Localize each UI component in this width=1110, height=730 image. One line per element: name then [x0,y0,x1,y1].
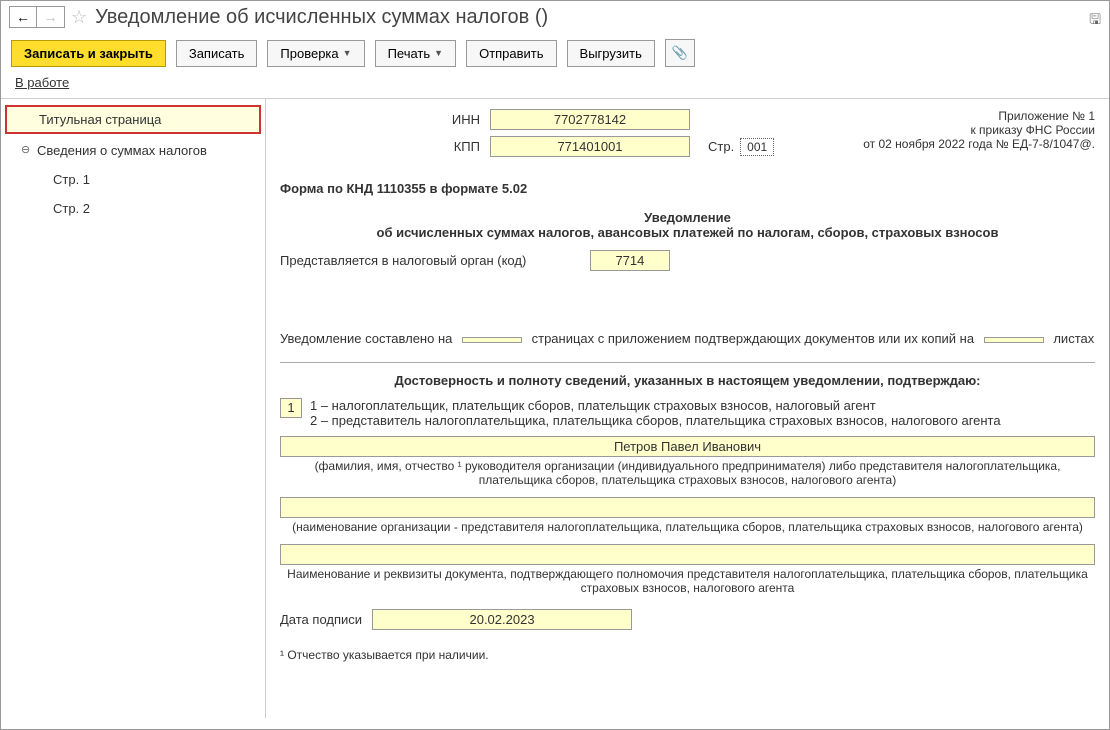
footnote: ¹ Отчество указывается при наличии. [280,648,1095,662]
chevron-down-icon: ▼ [343,48,352,58]
doc-subtitle: об исчисленных суммах налогов, авансовых… [280,225,1095,240]
confirm-option-2: 2 – представитель налогоплательщика, пла… [310,413,1001,428]
save-close-button[interactable]: Записать и закрыть [11,40,166,67]
confirm-header: Достоверность и полноту сведений, указан… [280,373,1095,388]
disk-icon[interactable]: 🖫 [1089,9,1101,33]
sidebar: Титульная страница Сведения о суммах нал… [1,98,266,718]
signer-name-input[interactable]: Петров Павел Иванович [280,436,1095,457]
kpp-label: КПП [450,139,490,154]
pages-prefix: Уведомление составлено на [280,331,452,346]
nav-page-2[interactable]: Стр. 2 [1,194,265,223]
page-label: Стр. [708,139,734,154]
knd-caption: Форма по КНД 1110355 в формате 5.02 [280,181,1095,196]
inn-label: ИНН [450,112,490,127]
export-button[interactable]: Выгрузить [567,40,655,67]
inn-input[interactable]: 7702778142 [490,109,690,130]
appendix-info: Приложение № 1 к приказу ФНС России от 0… [863,109,1095,163]
confirm-option-1: 1 – налогоплательщик, плательщик сборов,… [310,398,1001,413]
favorite-icon[interactable]: ☆ [71,7,87,28]
nav-page-1[interactable]: Стр. 1 [1,165,265,194]
signer-caption: (фамилия, имя, отчество ¹ руководителя о… [280,459,1095,487]
org-caption: (наименование организации - представител… [280,520,1095,534]
confirm-code-input[interactable]: 1 [280,398,302,418]
back-button[interactable]: ← [9,6,37,28]
doc-caption: Наименование и реквизиты документа, подт… [280,567,1095,595]
toolbar: Записать и закрыть Записать Проверка▼ Пе… [1,33,1109,73]
tax-authority-code[interactable]: 7714 [590,250,670,271]
pages-middle: страницах с приложением подтверждающих д… [532,331,974,346]
send-button[interactable]: Отправить [466,40,556,67]
form-content: ИНН 7702778142 КПП 771401001 Стр. 001 Пр… [266,98,1109,718]
kpp-input[interactable]: 771401001 [490,136,690,157]
forward-button[interactable]: → [37,6,65,28]
pages-count-input[interactable] [462,337,522,343]
attachments-count-input[interactable] [984,337,1044,343]
sign-date-label: Дата подписи [280,612,362,627]
pages-suffix: листах [1053,331,1094,346]
status-link[interactable]: В работе [15,75,69,90]
tax-authority-label: Представляется в налоговый орган (код) [280,253,526,268]
page-title: Уведомление об исчисленных суммах налого… [95,6,548,29]
nav-sums-info[interactable]: Сведения о суммах налогов [1,136,265,165]
authority-doc-input[interactable] [280,544,1095,565]
print-button[interactable]: Печать▼ [375,40,457,67]
nav-title-page[interactable]: Титульная страница [5,105,261,134]
representative-org-input[interactable] [280,497,1095,518]
page-number[interactable]: 001 [740,138,774,156]
doc-title: Уведомление [280,210,1095,225]
save-button[interactable]: Записать [176,40,258,67]
sign-date-input[interactable]: 20.02.2023 [372,609,632,630]
paperclip-icon: 📎 [672,45,688,61]
check-button[interactable]: Проверка▼ [267,40,364,67]
attach-button[interactable]: 📎 [665,39,695,67]
chevron-down-icon: ▼ [434,48,443,58]
